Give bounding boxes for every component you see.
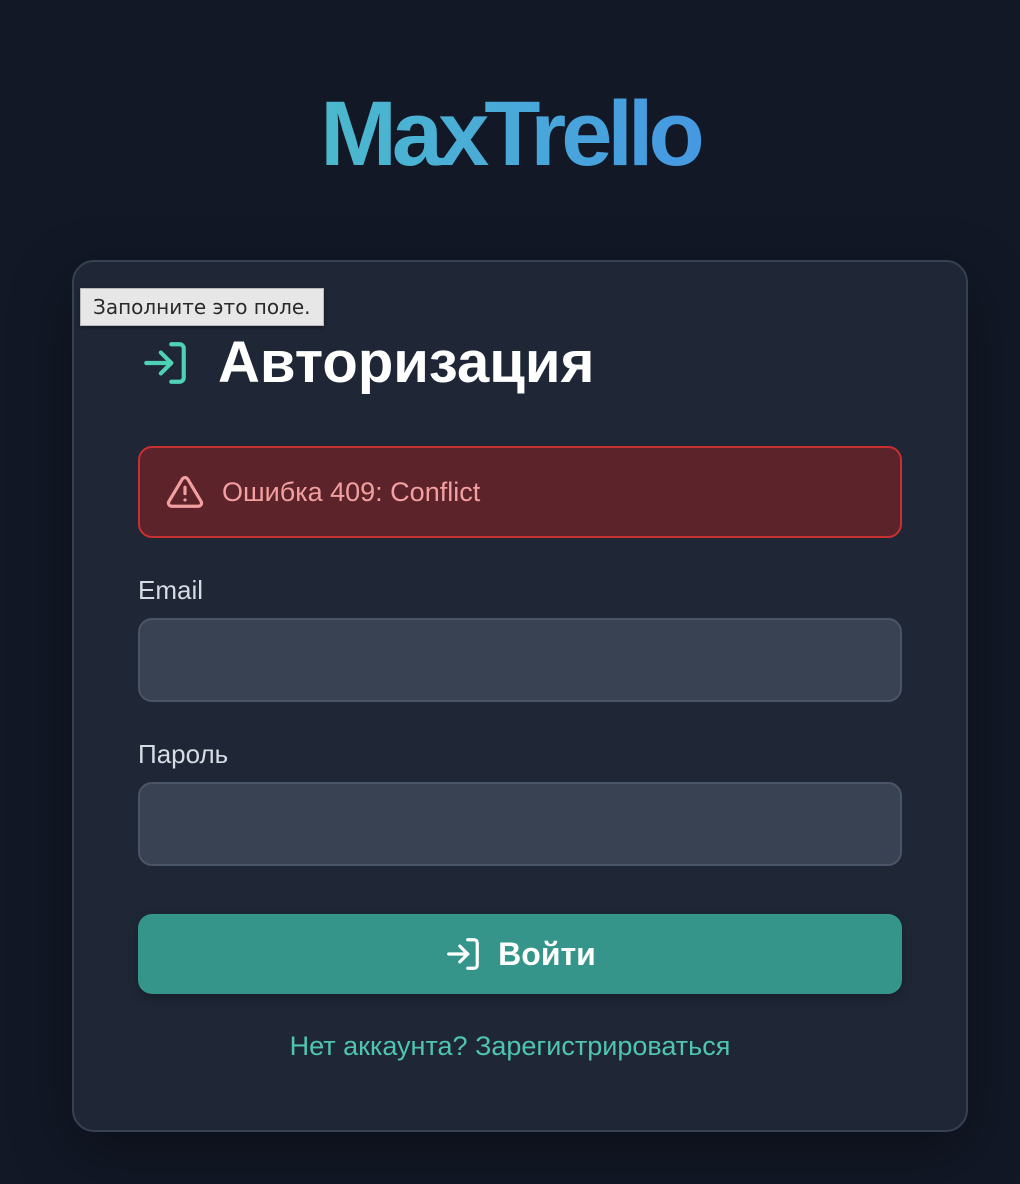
email-field[interactable] — [138, 618, 902, 702]
login-icon — [144, 342, 186, 384]
app-logo: MaxTrello — [0, 84, 1020, 184]
password-label: Пароль — [138, 739, 229, 769]
login-button-label: Войти — [498, 935, 596, 972]
warning-icon — [166, 476, 204, 508]
login-button[interactable]: Войти — [138, 914, 902, 994]
email-label: Email — [138, 575, 204, 605]
error-message: Ошибка 409: Conflict — [222, 476, 481, 507]
login-icon — [447, 938, 479, 970]
page-title: Авторизация — [218, 330, 595, 395]
password-field[interactable] — [138, 782, 902, 866]
page-heading: Авторизация — [140, 330, 594, 396]
error-alert: Ошибка 409: Conflict — [138, 446, 902, 538]
validation-tooltip: Заполните это поле. — [80, 288, 324, 326]
register-link[interactable]: Нет аккаунта? Зарегистрироваться — [0, 1028, 1020, 1064]
